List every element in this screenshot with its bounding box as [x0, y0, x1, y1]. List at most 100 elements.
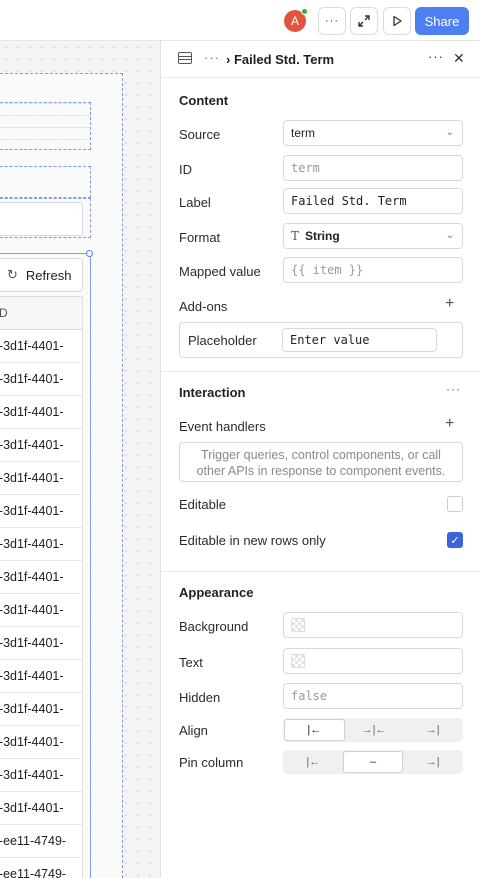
table-row[interactable]: da-3d1f-4401-	[0, 363, 83, 396]
table-cell-id: da-3d1f-4401-	[0, 702, 64, 716]
label-label: Label	[179, 194, 211, 210]
background-row: Background	[179, 612, 463, 640]
table-row[interactable]: da-3d1f-4401-	[0, 726, 83, 759]
share-button[interactable]: Share	[415, 7, 469, 35]
pin-column-segmented-control[interactable]: |← – →|	[283, 750, 463, 774]
editable-new-rows-checkbox[interactable]: ✓	[447, 532, 463, 548]
event-handlers-empty-hint[interactable]: Trigger queries, control components, or …	[179, 442, 463, 482]
mapped-value-input[interactable]: {{ item }}	[283, 257, 463, 283]
inspector-header: ··· › Failed Std. Term ··· ✕	[162, 41, 480, 78]
table-cell-id: da-3d1f-4401-	[0, 735, 64, 749]
table-cell-id: da-3d1f-4401-	[0, 438, 64, 452]
table-icon	[178, 52, 192, 64]
table-cell-id: da-3d1f-4401-	[0, 603, 64, 617]
source-value: term	[291, 126, 315, 140]
table-row[interactable]: da-3d1f-4401-	[0, 396, 83, 429]
table-cell-id: 83-ee11-4749-	[0, 867, 67, 878]
add-event-handler-icon[interactable]: +	[445, 415, 454, 433]
expand-button[interactable]	[350, 7, 378, 35]
text-color-input[interactable]	[283, 648, 463, 674]
table-row[interactable]: da-3d1f-4401-	[0, 693, 83, 726]
table-row[interactable]: 83-ee11-4749-	[0, 825, 83, 858]
resize-handle[interactable]	[86, 250, 93, 257]
interaction-more-icon[interactable]: ···	[446, 382, 461, 396]
table-row[interactable]: da-3d1f-4401-	[0, 627, 83, 660]
table-row[interactable]: da-3d1f-4401-	[0, 792, 83, 825]
appearance-section-title: Appearance	[179, 585, 254, 600]
play-icon	[393, 15, 402, 27]
top-toolbar: A ··· Share	[0, 0, 480, 41]
table-row[interactable]: da-3d1f-4401-	[0, 528, 83, 561]
label-row: Label Failed Std. Term	[179, 188, 463, 216]
table-row[interactable]: da-3d1f-4401-	[0, 429, 83, 462]
table-row[interactable]: da-3d1f-4401-	[0, 495, 83, 528]
format-select[interactable]: T String ⌄	[283, 223, 463, 249]
align-center-option[interactable]: →|←	[345, 719, 404, 741]
align-left-option[interactable]: |←	[284, 719, 345, 741]
align-row: Align |← →|← →|	[179, 716, 463, 744]
background-color-input[interactable]	[283, 612, 463, 638]
id-input[interactable]: term	[283, 155, 463, 181]
table-cell-id: 83-ee11-4749-	[0, 834, 67, 848]
header-more-icon[interactable]: ···	[428, 49, 444, 64]
table-cell-id: da-3d1f-4401-	[0, 801, 64, 815]
placeholder-addon: Placeholder Enter value	[179, 322, 463, 358]
refresh-label: Refresh	[25, 267, 72, 283]
source-select[interactable]: term ⌄	[283, 120, 463, 146]
app-canvas[interactable]: ↻ Refresh D da-3d1f-4401- da-3d1f-4401- da…	[0, 41, 161, 878]
color-swatch-icon	[291, 618, 305, 632]
event-handlers-label: Event handlers	[179, 418, 266, 434]
pin-none-option[interactable]: –	[342, 751, 404, 773]
align-segmented-control[interactable]: |← →|← →|	[283, 718, 463, 742]
checkmark-icon: ✓	[450, 534, 460, 547]
text-type-icon: T	[291, 229, 300, 243]
hidden-input[interactable]: false	[283, 683, 463, 709]
table-cell-id: da-3d1f-4401-	[0, 768, 64, 782]
editable-new-rows-label: Editable in new rows only	[179, 532, 326, 548]
breadcrumb-more-icon[interactable]: ···	[204, 50, 220, 65]
preview-button[interactable]	[383, 7, 411, 35]
refresh-button[interactable]: ↻ Refresh	[0, 258, 83, 292]
column-title: › Failed Std. Term	[226, 52, 335, 67]
close-icon[interactable]: ✕	[453, 50, 465, 67]
hint-line-2: other APIs in response to component even…	[196, 464, 446, 478]
pin-left-option[interactable]: |←	[284, 751, 343, 773]
expand-icon	[358, 15, 370, 27]
text-input-component[interactable]	[0, 202, 83, 236]
hidden-row: Hidden false	[179, 683, 463, 711]
component-outline[interactable]	[0, 102, 91, 150]
refresh-icon: ↻	[7, 267, 18, 282]
format-row: Format T String ⌄	[179, 223, 463, 251]
table-row[interactable]: da-3d1f-4401-	[0, 330, 83, 363]
addons-row: Add-ons +	[179, 292, 463, 320]
placeholder-input[interactable]: Enter value	[282, 328, 437, 352]
mapped-value-label: Mapped value	[179, 263, 261, 279]
editable-row: Editable	[179, 490, 463, 518]
hint-line-1: Trigger queries, control components, or …	[201, 448, 441, 462]
table-row[interactable]: 83-ee11-4749-	[0, 858, 83, 878]
data-table[interactable]: D da-3d1f-4401- da-3d1f-4401- da-3d1f-4401…	[0, 296, 83, 878]
id-row: ID term	[179, 155, 463, 183]
table-cell-id: da-3d1f-4401-	[0, 339, 64, 353]
label-input[interactable]: Failed Std. Term	[283, 188, 463, 214]
table-row[interactable]: da-3d1f-4401-	[0, 660, 83, 693]
content-section-title: Content	[179, 93, 229, 108]
text-color-label: Text	[179, 654, 203, 670]
table-cell-id: da-3d1f-4401-	[0, 372, 64, 386]
table-header-id[interactable]: D	[0, 296, 83, 330]
component-outline[interactable]	[0, 166, 91, 198]
addons-label: Add-ons	[179, 298, 228, 314]
pin-right-option[interactable]: →|	[403, 751, 462, 773]
more-icon: ···	[325, 15, 339, 27]
table-row[interactable]: da-3d1f-4401-	[0, 594, 83, 627]
online-status-dot	[301, 8, 308, 15]
user-avatar[interactable]: A	[284, 8, 308, 32]
more-options-button[interactable]: ···	[318, 7, 346, 35]
add-addon-icon[interactable]: +	[445, 295, 454, 313]
table-row[interactable]: da-3d1f-4401-	[0, 462, 83, 495]
align-right-option[interactable]: →|	[403, 719, 462, 741]
table-row[interactable]: da-3d1f-4401-	[0, 759, 83, 792]
table-row[interactable]: da-3d1f-4401-	[0, 561, 83, 594]
interaction-section: Interaction ··· Event handlers + Trigger…	[162, 372, 480, 572]
editable-checkbox[interactable]	[447, 496, 463, 512]
